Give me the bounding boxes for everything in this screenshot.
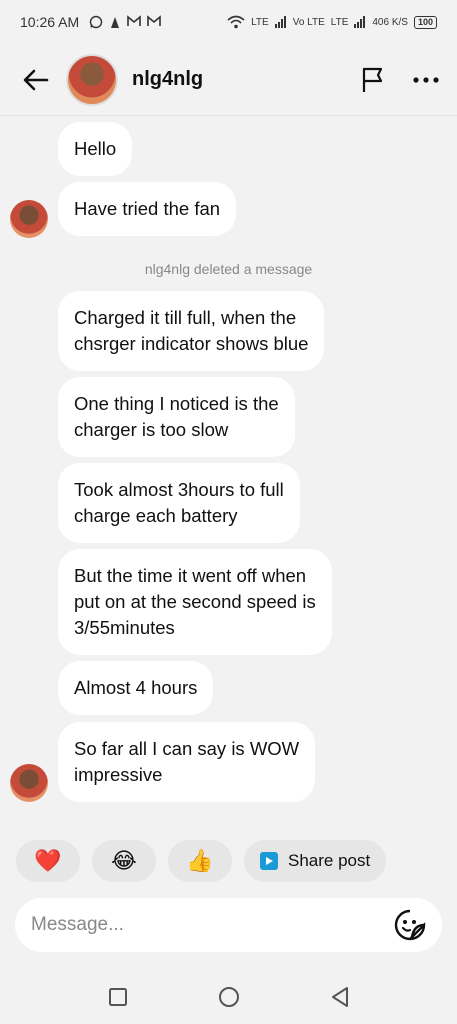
sender-avatar[interactable] — [10, 200, 48, 238]
more-icon — [413, 76, 439, 83]
signal-icon — [274, 16, 286, 28]
battery-icon: 100 — [413, 15, 437, 29]
header-actions — [361, 67, 439, 93]
message-list[interactable]: Hello Have tried the fan nlg4nlg deleted… — [0, 118, 457, 818]
thumbs-up-icon: 👍 — [186, 848, 214, 873]
sender-avatar[interactable] — [10, 764, 48, 802]
profile-avatar[interactable] — [66, 53, 118, 106]
message-bubble[interactable]: Almost 4 hours — [58, 661, 214, 715]
system-nav-bar — [0, 970, 457, 1024]
gmail-icon — [147, 15, 161, 26]
share-post-button[interactable]: Share post — [244, 840, 387, 882]
heart-reaction-button[interactable]: ❤️ — [16, 840, 80, 882]
message-bubble[interactable]: Took almost 3hours to full charge each b… — [58, 463, 300, 543]
network-speed: 406 K/S — [372, 16, 408, 28]
wifi-icon — [227, 15, 245, 29]
volte-label: Vo LTE — [292, 16, 325, 28]
status-right: LTE Vo LTE LTE 406 K/S 100 — [227, 15, 437, 29]
message-input[interactable] — [31, 914, 394, 936]
thumbs-up-reaction-button[interactable]: 👍 — [168, 840, 232, 882]
app-icon — [111, 17, 120, 28]
network-2: LTE — [330, 16, 349, 28]
back-button[interactable] — [18, 62, 54, 98]
laugh-reaction-button[interactable]: 😂 — [92, 840, 156, 882]
quick-reactions: ❤️ 😂 👍 Share post — [16, 840, 387, 882]
network-1: LTE — [251, 16, 269, 28]
status-time: 10:26 AM — [20, 14, 80, 30]
flag-icon — [362, 67, 383, 92]
heart-icon: ❤️ — [34, 848, 62, 873]
message-bubble[interactable]: But the time it went off when put on at … — [58, 549, 332, 655]
chat-header: nlg4nlg — [0, 44, 457, 116]
whatsapp-icon — [89, 15, 103, 29]
status-bar: 10:26 AM LTE Vo LTE LTE 406 K/S 100 — [0, 0, 457, 44]
share-post-label: Share post — [288, 851, 371, 870]
home-icon[interactable] — [218, 986, 240, 1008]
message-bubble[interactable]: Have tried the fan — [58, 182, 237, 236]
back-arrow-icon — [23, 69, 49, 90]
sticker-icon — [394, 909, 426, 941]
signal-icon — [354, 16, 366, 28]
system-message: nlg4nlg deleted a message — [144, 261, 313, 277]
play-icon — [260, 852, 278, 870]
message-bubble[interactable]: Charged it till full, when the chsrger i… — [58, 291, 325, 371]
back-nav-icon[interactable] — [330, 986, 350, 1008]
chat-username[interactable]: nlg4nlg — [132, 68, 203, 91]
more-options-button[interactable] — [413, 76, 439, 83]
notification-icons — [89, 15, 161, 29]
message-bubble[interactable]: So far all I can say is WOW impressive — [58, 722, 316, 802]
sticker-button[interactable] — [394, 909, 426, 941]
laugh-icon: 😂 — [111, 848, 137, 873]
message-bubble[interactable]: One thing I noticed is the charger is to… — [58, 377, 295, 457]
gmail-icon — [127, 15, 141, 26]
status-left: 10:26 AM — [20, 14, 161, 30]
recents-icon[interactable] — [108, 987, 128, 1007]
message-bubble[interactable]: Hello — [58, 122, 133, 176]
message-composer — [15, 898, 442, 952]
report-button[interactable] — [361, 67, 385, 93]
